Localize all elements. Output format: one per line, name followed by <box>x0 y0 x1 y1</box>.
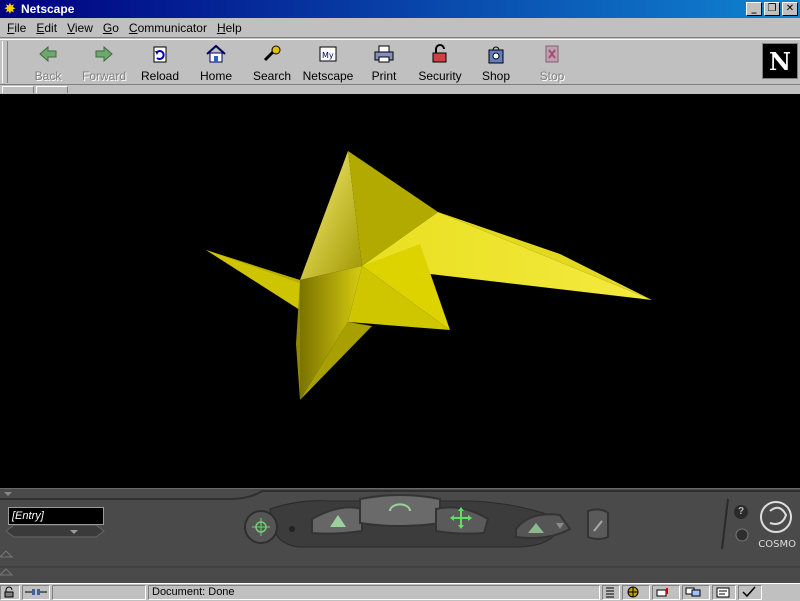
navigator-shortcut[interactable] <box>622 584 650 600</box>
security-button[interactable]: Security <box>412 40 468 84</box>
shop-button[interactable]: Shop <box>468 40 524 84</box>
pan-button[interactable] <box>438 503 488 535</box>
padlock-status-icon <box>3 586 17 598</box>
maximize-button[interactable]: ❐ <box>764 2 780 16</box>
collapse-arrow-icon <box>4 492 12 496</box>
printer-icon <box>372 42 396 66</box>
navigation-toolbar: Back Forward Reload Home Search My Netsc… <box>0 39 800 85</box>
menu-file[interactable]: File <box>2 21 31 35</box>
discussion-icon <box>685 586 701 598</box>
navigator-icon <box>625 586 639 598</box>
print-button[interactable]: Print <box>356 40 412 84</box>
search-button[interactable]: Search <box>244 40 300 84</box>
straighten-button[interactable] <box>516 513 570 539</box>
menu-go[interactable]: Go <box>98 21 124 35</box>
composer-icon <box>715 586 730 598</box>
my-netscape-icon: My <box>316 42 340 66</box>
svg-text:My: My <box>322 51 334 60</box>
walk-button[interactable] <box>312 505 362 535</box>
viewpoint-entry-field[interactable]: [Entry] <box>8 507 104 525</box>
viewpoint-dropdown-button[interactable] <box>8 525 104 539</box>
status-text: Document: Done <box>152 586 235 598</box>
menu-view[interactable]: View <box>62 21 98 35</box>
status-bar: Document: Done <box>0 583 800 600</box>
cosmo-brand-label: COSMO <box>758 539 796 550</box>
padlock-icon <box>428 42 452 66</box>
mailbox-icon <box>655 586 669 598</box>
progress-cell <box>52 584 146 600</box>
vrml-scene-viewport[interactable] <box>0 94 800 488</box>
component-grip-icon <box>605 586 617 598</box>
menu-help[interactable]: Help <box>212 21 247 35</box>
connection-status-cell[interactable] <box>22 584 50 600</box>
netscape-logo[interactable]: N <box>762 43 798 79</box>
seek-button[interactable] <box>245 511 277 543</box>
back-arrow-icon <box>36 42 60 66</box>
toolbar-grip[interactable] <box>2 41 8 83</box>
3d-star-shape <box>206 151 652 400</box>
collapsed-toolbar-tabs <box>0 85 800 94</box>
close-button[interactable]: ✕ <box>782 2 798 16</box>
reload-icon <box>148 42 172 66</box>
back-button[interactable]: Back <box>20 40 76 84</box>
stop-icon <box>540 42 564 66</box>
security-status-cell[interactable] <box>0 584 20 600</box>
discussion-shortcut[interactable] <box>682 584 710 600</box>
home-button[interactable]: Home <box>188 40 244 84</box>
forward-arrow-icon <box>92 42 116 66</box>
reload-button[interactable]: Reload <box>132 40 188 84</box>
status-message-cell: Document: Done <box>148 584 600 600</box>
home-icon <box>204 42 228 66</box>
composer-shortcut[interactable] <box>712 584 736 600</box>
stop-button[interactable]: Stop <box>524 40 580 84</box>
shopping-bag-icon <box>484 42 508 66</box>
help-button[interactable]: ? <box>734 505 748 519</box>
search-icon <box>260 42 284 66</box>
rotate-button[interactable] <box>362 493 440 527</box>
mailbox-shortcut[interactable] <box>652 584 680 600</box>
netscape-app-icon[interactable]: ✵ <box>2 1 18 17</box>
minimize-button[interactable]: _ <box>746 2 762 16</box>
collapsed-tab-1[interactable] <box>2 86 34 93</box>
connection-plug-icon <box>25 586 47 598</box>
viewpoint-edit-button[interactable] <box>588 507 610 541</box>
checkmark-pen-icon <box>741 586 756 598</box>
menu-bar: File Edit View Go Communicator Help <box>0 18 800 38</box>
title-bar[interactable]: ✵ Netscape _ ❐ ✕ <box>0 0 800 18</box>
component-bar-cell[interactable] <box>602 584 620 600</box>
my-netscape-button[interactable]: My Netscape <box>300 40 356 84</box>
collapsed-tab-2[interactable] <box>36 86 68 93</box>
size-grip-cell[interactable] <box>738 584 762 600</box>
cosmo-player-controls: [Entry] ? COSMO <box>0 488 800 583</box>
forward-button[interactable]: Forward <box>76 40 132 84</box>
menu-edit[interactable]: Edit <box>31 21 62 35</box>
menu-communicator[interactable]: Communicator <box>124 21 212 35</box>
window-title: Netscape <box>21 2 75 16</box>
